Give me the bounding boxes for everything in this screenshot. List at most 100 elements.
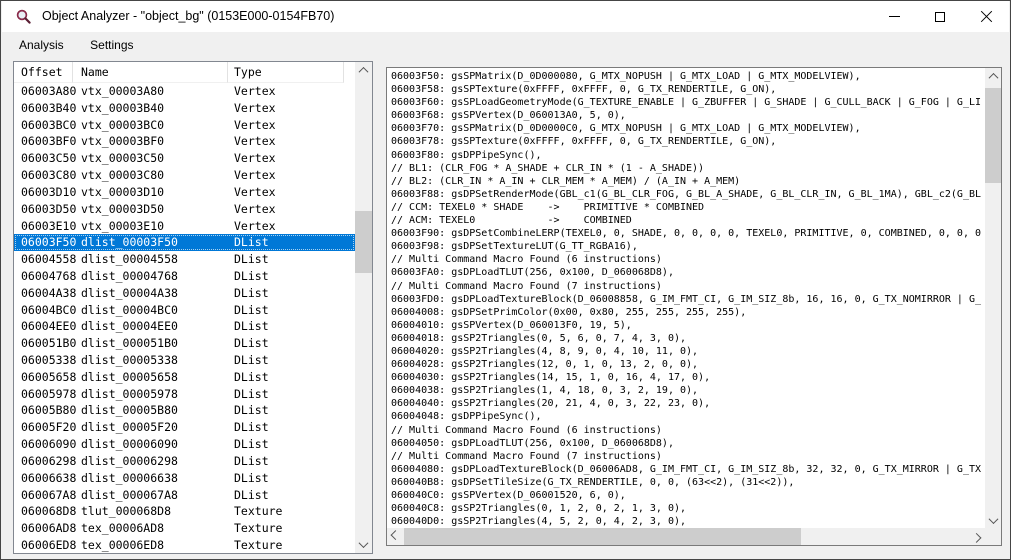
scroll-down-button[interactable] [985,512,1001,529]
code-line: 06004080: gsDPLoadTextureBlock(D_06006AD… [391,463,985,476]
scroll-up-button[interactable] [985,68,1001,85]
code-horizontal-scrollbar[interactable] [387,528,985,545]
cell-name: vtx_00003D50 [81,201,164,218]
cell-type: Vertex [234,100,276,117]
table-row[interactable]: 060051B0dlist_000051B0DList [14,335,355,352]
table-row[interactable]: 06003E10vtx_00003E10Vertex [14,218,355,235]
scrollbar-thumb[interactable] [355,211,372,273]
cell-name: tex_00006AD8 [81,520,164,537]
cell-name: dlist_000067A8 [81,487,178,504]
table-row[interactable]: 06004A38dlist_00004A38DList [14,285,355,302]
table-row[interactable]: 06003BF0vtx_00003BF0Vertex [14,133,355,150]
table-row[interactable]: 06004558dlist_00004558DList [14,251,355,268]
cell-type: DList [234,470,269,487]
close-button[interactable] [963,1,1009,32]
minimize-button[interactable] [871,1,917,32]
cell-name: dlist_00004558 [81,251,178,268]
menu-settings[interactable]: Settings [79,32,144,58]
table-row[interactable]: 06005338dlist_00005338DList [14,352,355,369]
table-row[interactable]: 06005658 dlist_00005658 DList [14,369,355,386]
table-row[interactable]: 06005978dlist_00005978DList [14,386,355,403]
cell-name: dlist_00005658 [81,369,178,386]
table-row[interactable]: 06003D50vtx_00003D50Vertex [14,201,355,218]
table-row[interactable]: 06006090dlist_00006090DList [14,436,355,453]
table-row[interactable]: 06003F50dlist_00003F50DList [14,234,355,251]
cell-name: dlist_00006298 [81,453,178,470]
table-row[interactable]: 06003B40vtx_00003B40Vertex [14,100,355,117]
scroll-up-button[interactable] [355,62,372,79]
cell-offset: 06003D10 [21,184,76,201]
maximize-button[interactable] [917,1,963,32]
code-vertical-scrollbar[interactable] [985,68,1001,529]
cell-offset: 06006090 [21,436,76,453]
chevron-up-icon [359,67,369,77]
column-header-name[interactable]: Name [73,62,228,83]
table-row[interactable]: 060068D8tlut_000068D8Texture [14,503,355,520]
cell-name: dlist_00004768 [81,268,178,285]
cell-offset: 060067A8 [21,487,76,504]
code-line: 06003F60: gsSPLoadGeometryMode(G_TEXTURE… [391,96,985,109]
cell-type: Vertex [234,150,276,167]
table-row[interactable]: 06004768dlist_00004768DList [14,268,355,285]
cell-name: tex_00006ED8 [81,537,164,553]
table-row[interactable]: 06006AD8tex_00006AD8Texture [14,520,355,537]
table-row[interactable]: 06003A80vtx_00003A80Vertex [14,83,355,100]
table-row[interactable]: 06003BC0vtx_00003BC0Vertex [14,117,355,134]
cell-type: DList [234,369,269,386]
cell-type: DList [234,402,269,419]
scroll-down-button[interactable] [355,536,372,553]
scroll-left-button[interactable] [387,528,404,545]
menu-analysis[interactable]: Analysis [8,32,75,58]
table-row[interactable]: 06003C50vtx_00003C50Vertex [14,150,355,167]
scroll-right-button[interactable] [968,528,985,545]
cell-offset: 06005658 [21,369,76,386]
cell-name: dlist_00006638 [81,470,178,487]
cell-name: dlist_00003F50 [81,234,178,251]
cell-offset: 06005338 [21,352,76,369]
column-header-offset[interactable]: Offset [14,62,73,83]
cell-offset: 06004558 [21,251,76,268]
cell-offset: 06004EE0 [21,318,76,335]
code-line: 06003FD0: gsDPLoadTextureBlock(D_0600885… [391,293,985,306]
code-line: 06004028: gsSP2Triangles(12, 0, 1, 0, 13… [391,358,985,371]
table-row[interactable]: 06005F20dlist_00005F20DList [14,419,355,436]
table-row[interactable]: 06004EE0dlist_00004EE0DList [14,318,355,335]
object-table-body: 06003A80vtx_00003A80Vertex06003B40vtx_00… [14,83,355,553]
cell-offset: 06005F20 [21,419,76,436]
cell-type: DList [234,453,269,470]
scrollbar-thumb[interactable] [404,528,801,545]
table-row[interactable]: 06006638dlist_00006638DList [14,470,355,487]
table-row[interactable]: 06006298dlist_00006298DList [14,453,355,470]
cell-offset: 06003C50 [21,150,76,167]
close-icon [980,10,993,23]
title-bar[interactable]: Object Analyzer - "object_bg" (0153E000-… [2,1,1009,32]
code-line: 06004008: gsDPSetPrimColor(0x00, 0x80, 2… [391,306,985,319]
table-row[interactable]: 06003C80vtx_00003C80Vertex [14,167,355,184]
table-row[interactable]: 06006ED8tex_00006ED8Texture [14,537,355,553]
menu-bar: Analysis Settings [2,32,1009,58]
table-row[interactable]: 06005B80dlist_00005B80DList [14,402,355,419]
cell-name: dlist_00005F20 [81,419,178,436]
code-line: // BL2: (CLR_IN * A_IN + CLR_MEM * A_MEM… [391,175,985,188]
cell-offset: 06005B80 [21,402,76,419]
cell-type: DList [234,234,269,251]
cell-offset: 060068D8 [21,503,76,520]
table-row[interactable]: 06004BC0dlist_00004BC0DList [14,302,355,319]
cell-type: DList [234,268,269,285]
column-header-type[interactable]: Type [228,62,344,83]
code-line: 06004038: gsSP2Triangles(1, 4, 18, 0, 3,… [391,384,985,397]
object-list-vertical-scrollbar[interactable] [355,62,372,553]
code-view-content[interactable]: 06003F50: gsSPMatrix(D_0D000080, G_MTX_N… [387,68,985,529]
cell-type: Vertex [234,83,276,100]
cell-offset: 060051B0 [21,335,76,352]
cell-name: vtx_00003BF0 [81,133,164,150]
cell-name: dlist_00005338 [81,352,178,369]
chevron-left-icon [391,530,401,540]
cell-offset: 06003BC0 [21,117,76,134]
table-row[interactable]: 06003D10vtx_00003D10Vertex [14,184,355,201]
code-line: // ACM: TEXEL0 -> COMBINED [391,214,985,227]
table-row[interactable]: 060067A8dlist_000067A8DList [14,487,355,504]
cell-offset: 06003E10 [21,218,76,235]
scrollbar-thumb[interactable] [985,88,1001,183]
code-line: 06004018: gsSP2Triangles(0, 5, 6, 0, 7, … [391,332,985,345]
